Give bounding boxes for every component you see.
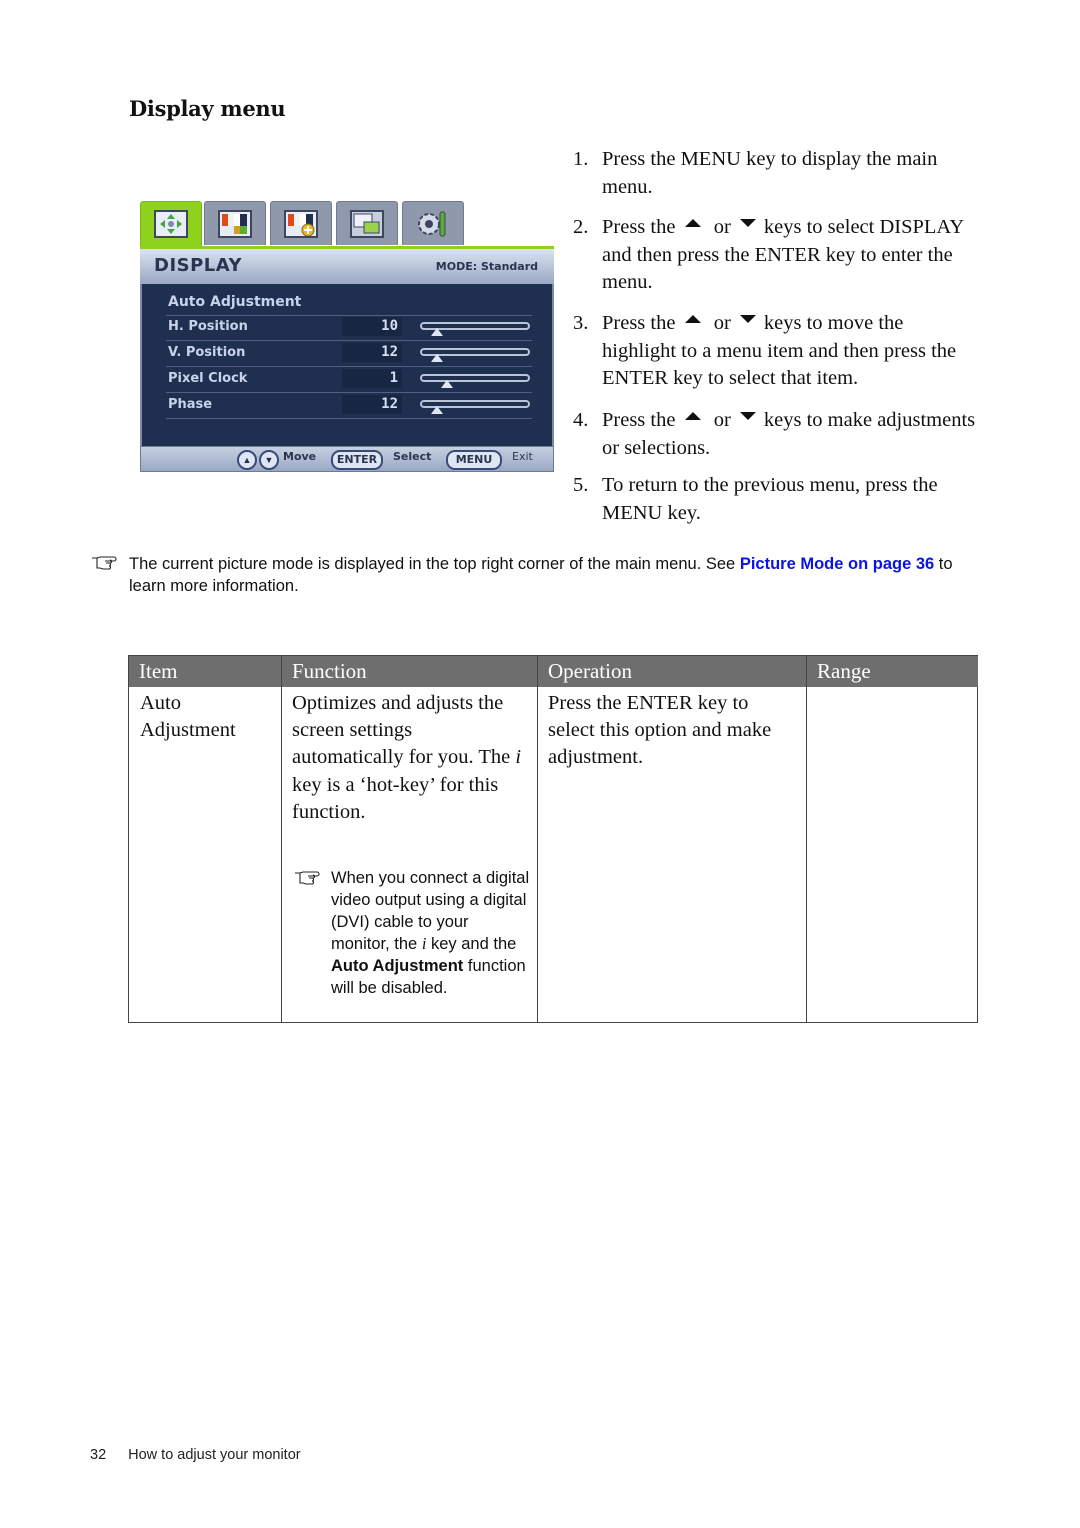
osd-title: DISPLAY — [154, 255, 243, 276]
osd-item-value: 12 — [342, 395, 402, 414]
osd-setup-tab-icon — [350, 210, 384, 238]
picture-advanced-tab-icon — [284, 210, 318, 238]
step-number: 1. — [573, 148, 589, 170]
step-text: Press the or keys to move the highlight … — [602, 312, 957, 389]
osd-slider[interactable] — [420, 348, 530, 362]
picture-mode-note: The current picture mode is displayed in… — [129, 555, 953, 595]
down-arrow-icon — [739, 219, 756, 227]
osd-tab-display[interactable] — [140, 201, 202, 249]
up-arrow-icon — [684, 412, 701, 420]
enter-key-badge: ENTER — [331, 450, 383, 470]
osd-tab-osd-setup[interactable] — [336, 201, 398, 245]
osd-display-menu: DISPLAY MODE: Standard Auto Adjustment H… — [140, 196, 558, 474]
osd-item-label: Pixel Clock — [168, 371, 248, 386]
header-item: Item — [129, 656, 281, 687]
page-number: 32 — [90, 1447, 107, 1463]
select-label: Select — [393, 450, 432, 463]
osd-slider[interactable] — [420, 322, 530, 336]
display-menu-table: Item Function Operation Range Auto Adjus… — [128, 655, 978, 1023]
column-divider — [537, 656, 538, 1022]
step-number: 2. — [573, 216, 589, 238]
osd-item-value: 12 — [342, 343, 402, 362]
osd-menu-list: Auto Adjustment H. Position 10 V. Positi… — [140, 284, 554, 446]
osd-item-v-position[interactable]: V. Position 12 — [166, 341, 532, 367]
osd-item-pixel-clock[interactable]: Pixel Clock 1 — [166, 367, 532, 393]
osd-item-label: H. Position — [168, 319, 248, 334]
slider-thumb[interactable] — [431, 328, 443, 336]
osd-header: DISPLAY MODE: Standard — [140, 246, 554, 284]
osd-tab-system[interactable] — [402, 201, 464, 245]
slider-thumb[interactable] — [431, 354, 443, 362]
picture-mode-link[interactable]: Picture Mode on page 36 — [740, 555, 934, 573]
column-divider — [806, 656, 807, 1022]
down-arrow-icon — [739, 315, 756, 323]
note-hand-icon — [295, 871, 320, 885]
osd-item-value: 1 — [342, 369, 402, 388]
osd-footer: ▲ ▼ Move ENTER Select MENU Exit — [140, 446, 554, 472]
osd-mode-label: MODE: Standard — [435, 260, 538, 273]
step-number: 4. — [573, 409, 589, 431]
slider-thumb[interactable] — [431, 406, 443, 414]
up-arrow-icon — [684, 219, 701, 227]
header-function: Function — [282, 656, 537, 687]
osd-item-phase[interactable]: Phase 12 — [166, 393, 532, 419]
step-text: Press the or keys to make adjustments or… — [602, 409, 976, 459]
osd-item-label: Auto Adjustment — [168, 294, 302, 310]
down-arrow-icon — [739, 412, 756, 420]
cell-item: Auto Adjustment — [140, 692, 236, 742]
chapter-title: How to adjust your monitor — [128, 1447, 301, 1463]
step-text: To return to the previous menu, press th… — [602, 474, 938, 524]
header-range: Range — [807, 656, 978, 687]
dvi-note: When you connect a digital video output … — [331, 869, 530, 997]
osd-item-label: Phase — [168, 397, 213, 412]
down-key-icon: ▼ — [259, 450, 279, 470]
cell-function: Optimizes and adjusts the screen setting… — [292, 692, 522, 823]
picture-tab-icon — [218, 210, 252, 238]
menu-key-badge: MENU — [446, 450, 502, 470]
osd-tab-bar — [140, 201, 558, 249]
section-title: Display menu — [129, 96, 286, 121]
step-text: Press the MENU key to display the main m… — [602, 148, 938, 198]
header-operation: Operation — [538, 656, 806, 687]
cell-operation: Press the ENTER key to select this optio… — [548, 692, 772, 769]
osd-slider[interactable] — [420, 400, 530, 414]
osd-item-auto-adjustment[interactable]: Auto Adjustment — [166, 290, 532, 316]
osd-item-h-position[interactable]: H. Position 10 — [166, 315, 532, 341]
step-text: Press the or keys to select DISPLAY and … — [602, 216, 964, 293]
osd-tab-picture-advanced[interactable] — [270, 201, 332, 245]
up-arrow-icon — [684, 315, 701, 323]
page-footer: 32 How to adjust your monitor — [90, 1447, 301, 1463]
osd-slider[interactable] — [420, 374, 530, 388]
slider-thumb[interactable] — [441, 380, 453, 388]
display-tab-icon — [154, 210, 188, 238]
exit-label: Exit — [512, 450, 533, 463]
move-label: Move — [283, 450, 317, 463]
osd-item-label: V. Position — [168, 345, 246, 360]
system-settings-tab-icon — [416, 210, 450, 238]
column-divider — [281, 656, 282, 1022]
step-number: 3. — [573, 312, 589, 334]
step-number: 5. — [573, 474, 589, 496]
osd-item-value: 10 — [342, 317, 402, 336]
note-hand-icon — [92, 556, 117, 570]
osd-tab-picture[interactable] — [204, 201, 266, 245]
up-key-icon: ▲ — [237, 450, 257, 470]
